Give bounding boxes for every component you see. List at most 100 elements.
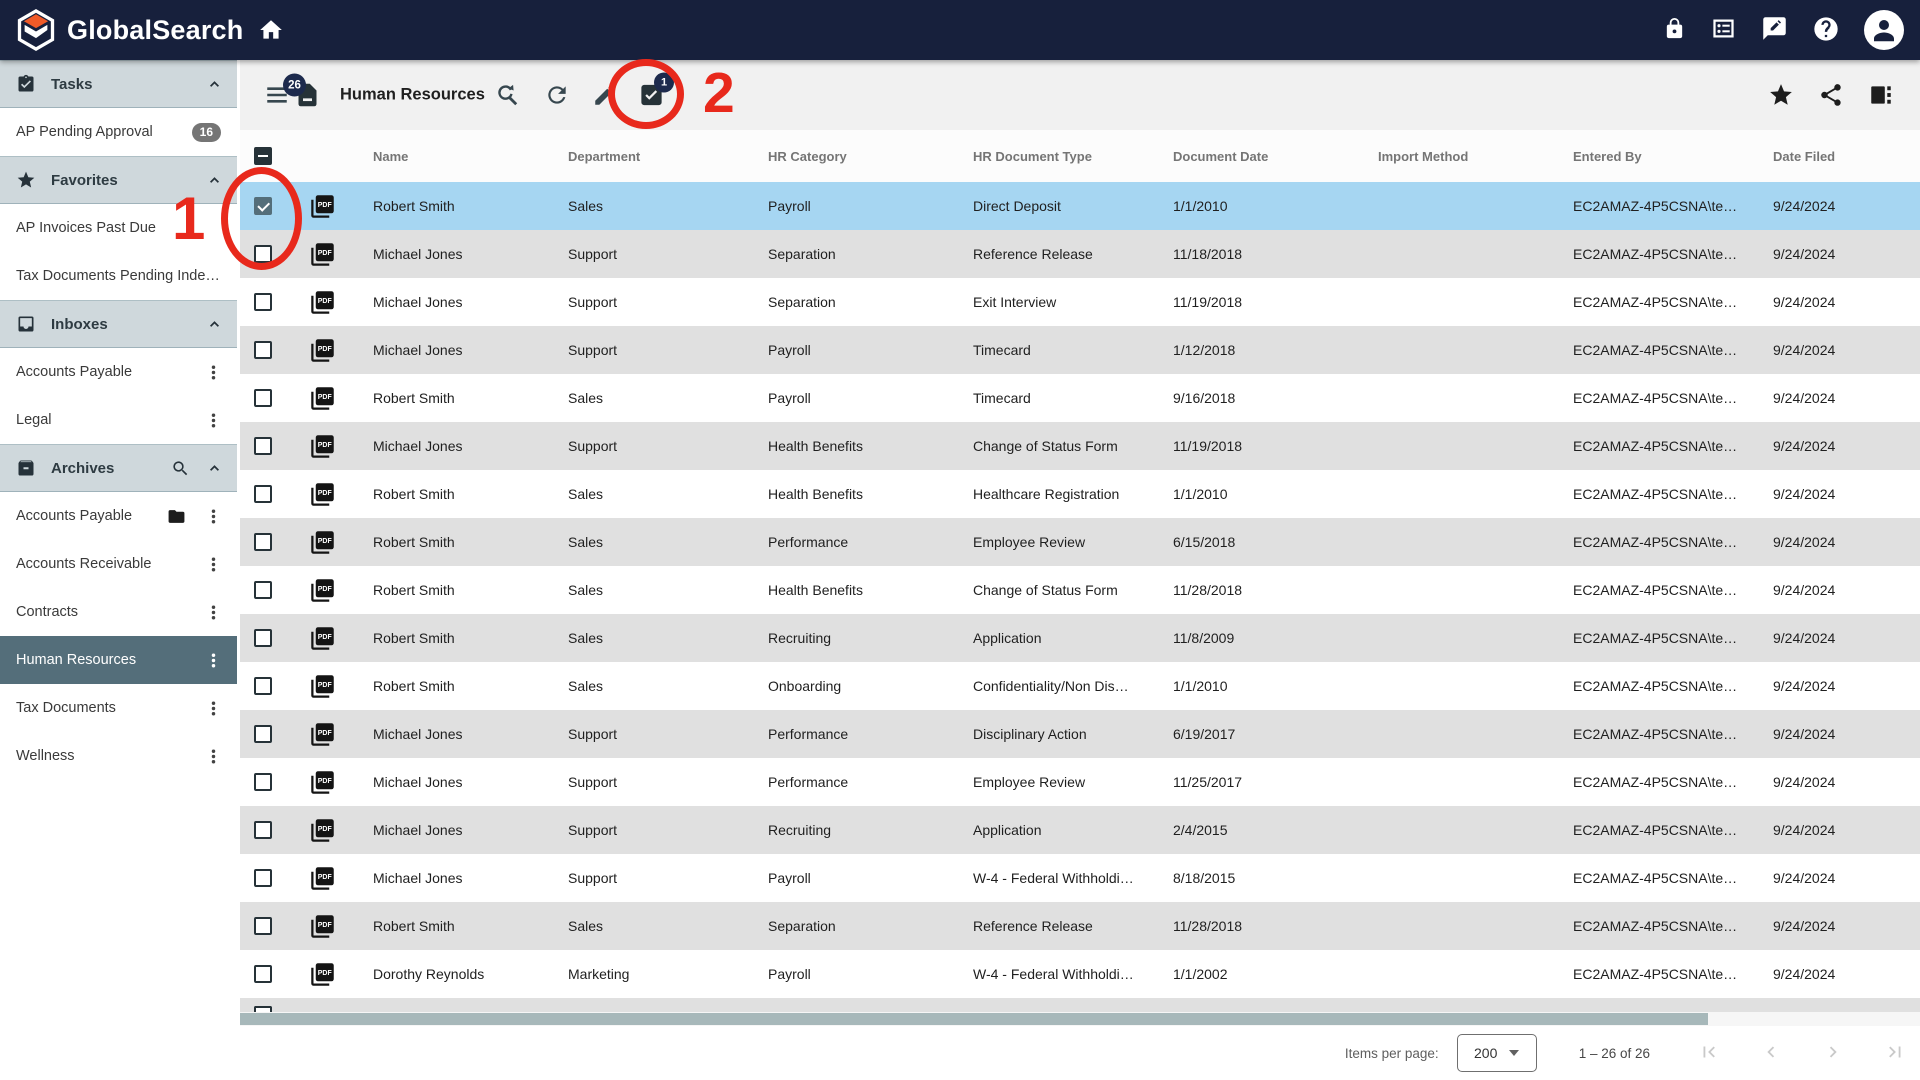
column-header-entered-by[interactable]: Entered By: [1565, 149, 1765, 164]
table-row[interactable]: Michael JonesSupportPayrollTimecard1/12/…: [240, 326, 1920, 374]
first-page-button[interactable]: [1698, 1041, 1720, 1066]
row-checkbox[interactable]: [254, 965, 272, 983]
feedback-button[interactable]: [1761, 15, 1788, 45]
pdf-file-icon[interactable]: [309, 385, 336, 412]
row-checkbox[interactable]: [254, 581, 272, 599]
table-row[interactable]: Robert SmithSalesHealth BenefitsHealthca…: [240, 470, 1920, 518]
panel-layout-button[interactable]: [1868, 82, 1894, 108]
item-options-button[interactable]: [200, 551, 227, 578]
sidebar-item-accounts-payable[interactable]: Accounts Payable: [0, 348, 237, 396]
document-count-button[interactable]: 26: [294, 82, 321, 109]
column-header-name[interactable]: Name: [365, 149, 560, 164]
column-header-department[interactable]: Department: [560, 149, 760, 164]
row-checkbox[interactable]: [254, 821, 272, 839]
sidebar-section-tasks[interactable]: Tasks: [0, 60, 237, 108]
sidebar-item-ap-invoices-past-due[interactable]: AP Invoices Past Due: [0, 204, 237, 252]
pdf-file-icon[interactable]: [309, 769, 336, 796]
sidebar-item-contracts[interactable]: Contracts: [0, 588, 237, 636]
chevron-up-icon[interactable]: [206, 172, 223, 189]
pdf-file-icon[interactable]: [309, 289, 336, 316]
table-row[interactable]: Robert SmithSalesPayrollTimecard9/16/201…: [240, 374, 1920, 422]
item-options-button[interactable]: [200, 407, 227, 434]
sidebar-item-accounts-payable[interactable]: Accounts Payable: [0, 492, 237, 540]
table-row[interactable]: Robert SmithSalesPayrollDirect Deposit1/…: [240, 182, 1920, 230]
row-checkbox[interactable]: [254, 341, 272, 359]
last-page-button[interactable]: [1884, 1041, 1906, 1066]
item-options-button[interactable]: [200, 599, 227, 626]
help-button[interactable]: [1812, 15, 1840, 46]
prev-page-button[interactable]: [1760, 1041, 1782, 1066]
pdf-file-icon[interactable]: [309, 481, 336, 508]
pdf-file-icon[interactable]: [309, 337, 336, 364]
selected-documents-button[interactable]: 1: [638, 82, 665, 109]
table-row[interactable]: Michael JonesSupportSeparationReference …: [240, 230, 1920, 278]
sidebar-section-inboxes[interactable]: Inboxes: [0, 300, 237, 348]
table-row[interactable]: Dorothy ReynoldsMarketingPayrollW-4 - Fe…: [240, 950, 1920, 998]
table-row[interactable]: Michael JonesSupportPerformanceEmployee …: [240, 758, 1920, 806]
row-checkbox[interactable]: [254, 437, 272, 455]
column-header-date-filed[interactable]: Date Filed: [1765, 149, 1920, 164]
pdf-file-icon[interactable]: [309, 721, 336, 748]
row-checkbox[interactable]: [254, 725, 272, 743]
sidebar-item-legal[interactable]: Legal: [0, 396, 237, 444]
pdf-file-icon[interactable]: [309, 817, 336, 844]
table-row[interactable]: Michael JonesSupportSeparationExit Inter…: [240, 278, 1920, 326]
table-row[interactable]: Robert SmithSalesHealth BenefitsChange o…: [240, 566, 1920, 614]
chevron-up-icon[interactable]: [206, 76, 223, 93]
pdf-file-icon[interactable]: [309, 577, 336, 604]
pdf-file-icon[interactable]: [309, 913, 336, 940]
sidebar-item-tax-documents[interactable]: Tax Documents: [0, 684, 237, 732]
pdf-file-icon[interactable]: [309, 241, 336, 268]
home-button[interactable]: [258, 17, 284, 46]
sidebar-item-tax-documents-pending-inde[interactable]: Tax Documents Pending Inde…: [0, 252, 237, 300]
column-header-hr-category[interactable]: HR Category: [760, 149, 965, 164]
column-header-document-date[interactable]: Document Date: [1165, 149, 1370, 164]
sidebar-item-human-resources[interactable]: Human Resources: [0, 636, 237, 684]
table-row[interactable]: Robert SmithSalesOnboardingConfidentiali…: [240, 662, 1920, 710]
column-header-hr-document-type[interactable]: HR Document Type: [965, 149, 1165, 164]
lock-button[interactable]: [1663, 17, 1686, 43]
row-checkbox[interactable]: [254, 245, 272, 263]
row-checkbox[interactable]: [254, 629, 272, 647]
item-options-button[interactable]: [200, 695, 227, 722]
table-row[interactable]: Robert SmithSalesPerformanceEmployee Rev…: [240, 518, 1920, 566]
row-checkbox[interactable]: [254, 869, 272, 887]
pdf-file-icon[interactable]: [309, 625, 336, 652]
table-row[interactable]: Michael JonesSupportRecruitingApplicatio…: [240, 806, 1920, 854]
table-row[interactable]: Robert SmithSalesSeparationReference Rel…: [240, 902, 1920, 950]
pdf-file-icon[interactable]: [309, 529, 336, 556]
table-row[interactable]: Michael JonesSupportHealth BenefitsChang…: [240, 422, 1920, 470]
items-per-page-select[interactable]: 200: [1457, 1034, 1537, 1072]
row-checkbox[interactable]: [254, 917, 272, 935]
refresh-button[interactable]: [544, 82, 570, 108]
row-checkbox[interactable]: [254, 197, 272, 215]
row-checkbox[interactable]: [254, 773, 272, 791]
pdf-file-icon[interactable]: [309, 433, 336, 460]
row-checkbox[interactable]: [254, 485, 272, 503]
edit-button[interactable]: [592, 82, 618, 108]
sidebar-item-ap-pending-approval[interactable]: AP Pending Approval16: [0, 108, 237, 156]
list-view-button[interactable]: [1710, 15, 1737, 45]
table-row[interactable]: Michael JonesSupportPayrollW-4 - Federal…: [240, 854, 1920, 902]
archives-search-button[interactable]: [171, 459, 190, 478]
item-options-button[interactable]: [200, 503, 227, 530]
row-checkbox[interactable]: [254, 293, 272, 311]
pdf-file-icon[interactable]: [309, 865, 336, 892]
item-options-button[interactable]: [200, 647, 227, 674]
column-header-import-method[interactable]: Import Method: [1370, 149, 1565, 164]
share-button[interactable]: [1818, 82, 1844, 108]
item-options-button[interactable]: [200, 743, 227, 770]
item-options-button[interactable]: [200, 359, 227, 386]
refresh-search-button[interactable]: [494, 82, 520, 108]
table-row[interactable]: Robert SmithSalesRecruitingApplication11…: [240, 614, 1920, 662]
pdf-file-icon[interactable]: [309, 193, 336, 220]
sidebar-item-accounts-receivable[interactable]: Accounts Receivable: [0, 540, 237, 588]
select-all-checkbox[interactable]: [254, 147, 272, 165]
row-checkbox[interactable]: [254, 533, 272, 551]
sidebar-section-archives[interactable]: Archives: [0, 444, 237, 492]
table-row[interactable]: Michael JonesSupportPerformanceDisciplin…: [240, 710, 1920, 758]
sidebar-item-wellness[interactable]: Wellness: [0, 732, 237, 780]
next-page-button[interactable]: [1822, 1041, 1844, 1066]
row-checkbox[interactable]: [254, 389, 272, 407]
row-checkbox[interactable]: [254, 677, 272, 695]
